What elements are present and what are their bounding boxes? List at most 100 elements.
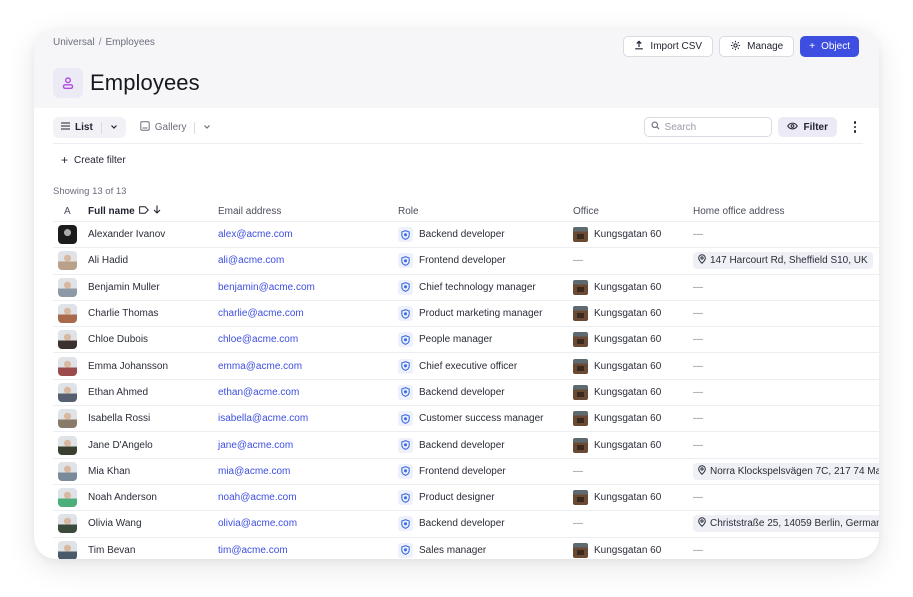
role-cell[interactable]: Customer success manager: [398, 411, 573, 427]
table-row[interactable]: Tim Bevan tim@acme.com Sales manager Kun…: [53, 538, 879, 559]
email-link[interactable]: ali@acme.com: [218, 255, 398, 266]
home-address-cell[interactable]: —: [693, 229, 879, 240]
email-link[interactable]: tim@acme.com: [218, 545, 398, 556]
home-address-cell[interactable]: 147 Harcourt Rd, Sheffield S10, UK: [693, 252, 879, 270]
role-cell[interactable]: Frontend developer: [398, 253, 573, 269]
office-cell[interactable]: Kungsgatan 60: [573, 306, 693, 322]
office-cell[interactable]: —: [573, 255, 693, 266]
home-address-cell[interactable]: —: [693, 492, 879, 503]
full-name-cell[interactable]: Benjamin Muller: [88, 282, 218, 293]
office-cell[interactable]: Kungsgatan 60: [573, 437, 693, 453]
role-cell[interactable]: Sales manager: [398, 542, 573, 558]
chevron-down-icon[interactable]: [110, 122, 118, 133]
full-name-cell[interactable]: Emma Johansson: [88, 361, 218, 372]
home-address-cell[interactable]: —: [693, 413, 879, 424]
email-link[interactable]: mia@acme.com: [218, 466, 398, 477]
home-address-cell[interactable]: —: [693, 387, 879, 398]
table-row[interactable]: Ethan Ahmed ethan@acme.com Backend devel…: [53, 380, 879, 407]
role-cell[interactable]: Product designer: [398, 490, 573, 506]
table-row[interactable]: Ali Hadid ali@acme.com Frontend develope…: [53, 248, 879, 275]
more-options-icon[interactable]: [847, 117, 863, 137]
office-cell[interactable]: —: [573, 466, 693, 477]
email-link[interactable]: charlie@acme.com: [218, 308, 398, 319]
table-row[interactable]: Alexander Ivanov alex@acme.com Backend d…: [53, 222, 879, 249]
tab-gallery[interactable]: Gallery: [132, 117, 220, 138]
full-name-cell[interactable]: Ali Hadid: [88, 255, 218, 266]
full-name-cell[interactable]: Mia Khan: [88, 466, 218, 477]
home-address-cell[interactable]: —: [693, 440, 879, 451]
email-link[interactable]: benjamin@acme.com: [218, 282, 398, 293]
role-cell[interactable]: Frontend developer: [398, 463, 573, 479]
office-cell[interactable]: Kungsgatan 60: [573, 227, 693, 243]
chevron-down-icon[interactable]: [203, 122, 211, 133]
office-cell[interactable]: Kungsgatan 60: [573, 490, 693, 506]
address-chip[interactable]: Norra Klockspelsvägen 7C, 217 74 Malmö: [693, 462, 879, 480]
role-cell[interactable]: Chief executive officer: [398, 358, 573, 374]
import-csv-button[interactable]: Import CSV: [623, 36, 714, 57]
role-cell[interactable]: Backend developer: [398, 227, 573, 243]
table-row[interactable]: Jane D'Angelo jane@acme.com Backend deve…: [53, 432, 879, 459]
role-cell[interactable]: Backend developer: [398, 516, 573, 532]
full-name-cell[interactable]: Olivia Wang: [88, 518, 218, 529]
column-header-role[interactable]: Role: [398, 206, 573, 217]
office-cell[interactable]: Kungsgatan 60: [573, 411, 693, 427]
table-row[interactable]: Mia Khan mia@acme.com Frontend developer…: [53, 459, 879, 485]
home-address-cell[interactable]: Norra Klockspelsvägen 7C, 217 74 Malmö: [693, 462, 879, 480]
breadcrumb-item-universal[interactable]: Universal: [53, 37, 95, 48]
breadcrumb-item-employees[interactable]: Employees: [105, 37, 154, 48]
email-link[interactable]: jane@acme.com: [218, 440, 398, 451]
create-filter-button[interactable]: + Create filter: [61, 153, 126, 167]
column-header-office[interactable]: Office: [573, 206, 693, 217]
table-row[interactable]: Benjamin Muller benjamin@acme.com Chief …: [53, 275, 879, 301]
full-name-cell[interactable]: Alexander Ivanov: [88, 229, 218, 240]
email-link[interactable]: olivia@acme.com: [218, 518, 398, 529]
full-name-cell[interactable]: Chloe Dubois: [88, 334, 218, 345]
office-cell[interactable]: Kungsgatan 60: [573, 542, 693, 558]
table-row[interactable]: Olivia Wang olivia@acme.com Backend deve…: [53, 511, 879, 538]
home-address-cell[interactable]: —: [693, 545, 879, 556]
role-cell[interactable]: Product marketing manager: [398, 306, 573, 322]
home-address-cell[interactable]: —: [693, 308, 879, 319]
sort-descending-icon[interactable]: [153, 205, 161, 217]
table-row[interactable]: Emma Johansson emma@acme.com Chief execu…: [53, 353, 879, 380]
table-row[interactable]: Chloe Dubois chloe@acme.com People manag…: [53, 327, 879, 354]
full-name-cell[interactable]: Jane D'Angelo: [88, 440, 218, 451]
address-chip[interactable]: Christstraße 25, 14059 Berlin, Germany: [693, 515, 879, 533]
home-address-cell[interactable]: —: [693, 282, 879, 293]
home-address-cell[interactable]: —: [693, 361, 879, 372]
email-link[interactable]: ethan@acme.com: [218, 387, 398, 398]
column-header-full-name[interactable]: Full name: [88, 205, 218, 217]
email-link[interactable]: isabella@acme.com: [218, 413, 398, 424]
full-name-cell[interactable]: Ethan Ahmed: [88, 387, 218, 398]
role-cell[interactable]: Chief technology manager: [398, 279, 573, 295]
search-input[interactable]: Search: [643, 117, 772, 137]
full-name-cell[interactable]: Isabella Rossi: [88, 413, 218, 424]
filter-button[interactable]: Filter: [777, 117, 837, 137]
office-cell[interactable]: Kungsgatan 60: [573, 358, 693, 374]
office-cell[interactable]: Kungsgatan 60: [573, 279, 693, 295]
email-link[interactable]: noah@acme.com: [218, 492, 398, 503]
table-row[interactable]: Charlie Thomas charlie@acme.com Product …: [53, 301, 879, 328]
role-cell[interactable]: People manager: [398, 332, 573, 348]
tab-list[interactable]: List: [53, 117, 126, 138]
full-name-cell[interactable]: Tim Bevan: [88, 545, 218, 556]
office-cell[interactable]: Kungsgatan 60: [573, 332, 693, 348]
office-cell[interactable]: Kungsgatan 60: [573, 384, 693, 400]
role-cell[interactable]: Backend developer: [398, 384, 573, 400]
full-name-cell[interactable]: Noah Anderson: [88, 492, 218, 503]
email-link[interactable]: chloe@acme.com: [218, 334, 398, 345]
add-object-button[interactable]: + Object: [800, 36, 859, 57]
full-name-cell[interactable]: Charlie Thomas: [88, 308, 218, 319]
column-header-home-office-address[interactable]: Home office address: [693, 206, 879, 217]
column-header-email[interactable]: Email address: [218, 206, 398, 217]
column-header-avatar[interactable]: A: [53, 206, 88, 217]
home-address-cell[interactable]: Christstraße 25, 14059 Berlin, Germany: [693, 515, 879, 533]
office-cell[interactable]: —: [573, 518, 693, 529]
manage-button[interactable]: Manage: [719, 36, 795, 57]
email-link[interactable]: emma@acme.com: [218, 361, 398, 372]
address-chip[interactable]: 147 Harcourt Rd, Sheffield S10, UK: [693, 252, 873, 270]
home-address-cell[interactable]: —: [693, 334, 879, 345]
email-link[interactable]: alex@acme.com: [218, 229, 398, 240]
table-row[interactable]: Noah Anderson noah@acme.com Product desi…: [53, 485, 879, 512]
table-row[interactable]: Isabella Rossi isabella@acme.com Custome…: [53, 406, 879, 433]
